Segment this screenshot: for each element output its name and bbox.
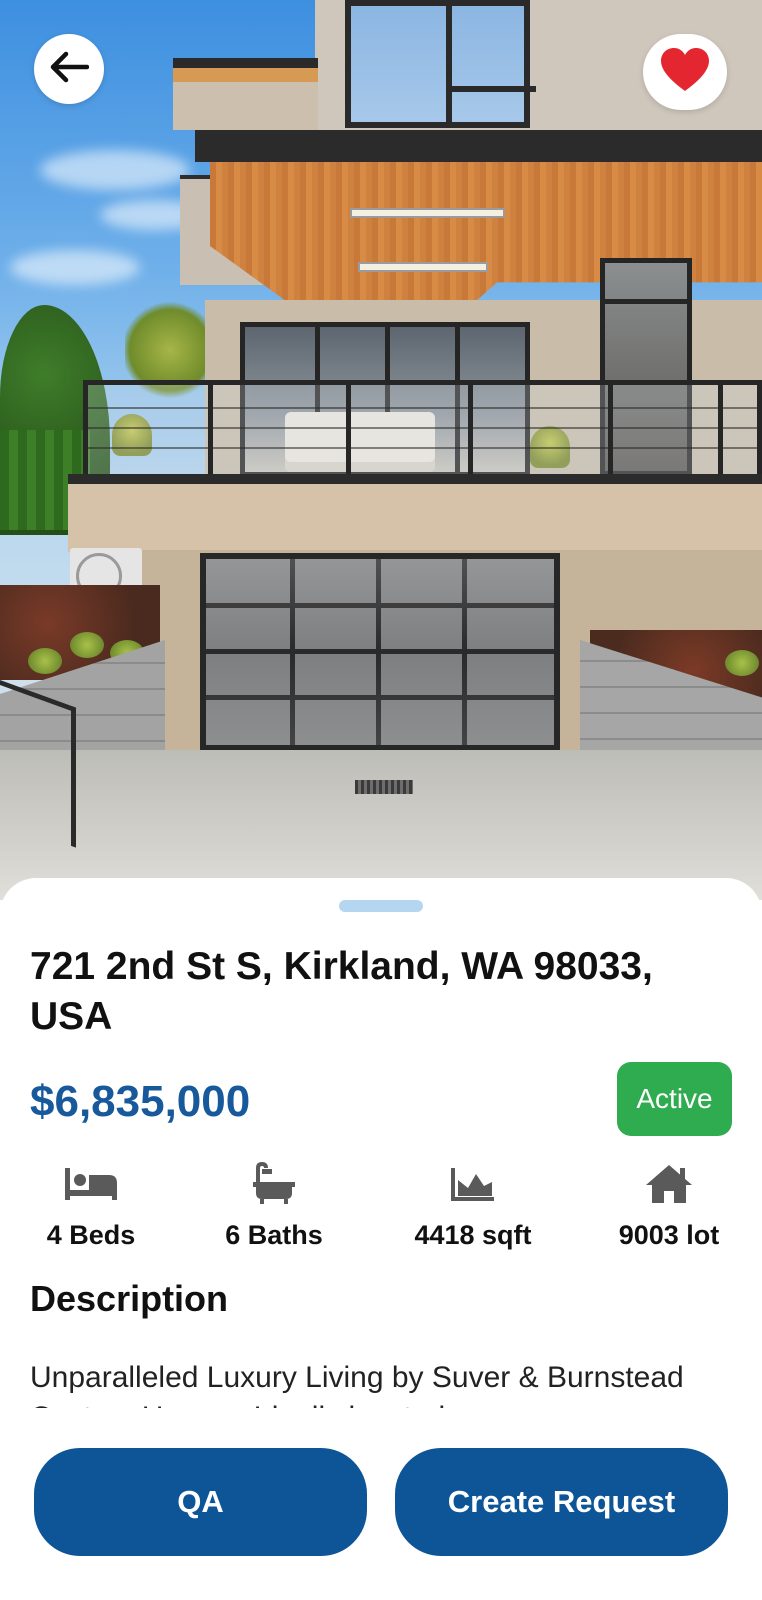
property-detail-screen: 721 2nd St S, Kirkland, WA 98033, USA $6… [0, 0, 762, 1600]
status-badge: Active [617, 1062, 732, 1136]
area-chart-icon [388, 1158, 558, 1210]
back-button[interactable] [34, 34, 104, 104]
heart-icon [659, 47, 711, 98]
sheet-drag-handle[interactable] [339, 900, 423, 912]
description-body[interactable]: Unparalleled Luxury Living by Suver & Bu… [30, 1358, 730, 1408]
bathtub-icon [189, 1158, 359, 1210]
stat-beds: 4 Beds [6, 1158, 176, 1251]
bed-icon [6, 1158, 176, 1210]
stat-lot: 9003 lot [584, 1158, 754, 1251]
property-photo[interactable] [0, 0, 762, 900]
description-heading: Description [30, 1278, 229, 1319]
stat-area-label: 4418 sqft [414, 1220, 532, 1250]
stat-beds-label: 4 Beds [46, 1220, 136, 1250]
listing-price: $6,835,000 [30, 1077, 251, 1126]
qa-button[interactable]: QA [34, 1448, 367, 1556]
favorite-button[interactable] [643, 34, 727, 110]
create-request-button[interactable]: Create Request [395, 1448, 728, 1556]
stat-area: 4418 sqft [388, 1158, 558, 1251]
arrow-left-icon [49, 50, 90, 89]
home-icon [584, 1158, 754, 1210]
stat-lot-label: 9003 lot [618, 1220, 720, 1250]
stat-baths: 6 Baths [189, 1158, 359, 1251]
stat-baths-label: 6 Baths [225, 1220, 323, 1250]
listing-address: 721 2nd St S, Kirkland, WA 98033, USA [30, 945, 653, 1038]
description-text: Unparalleled Luxury Living by Suver & Bu… [30, 1361, 684, 1408]
